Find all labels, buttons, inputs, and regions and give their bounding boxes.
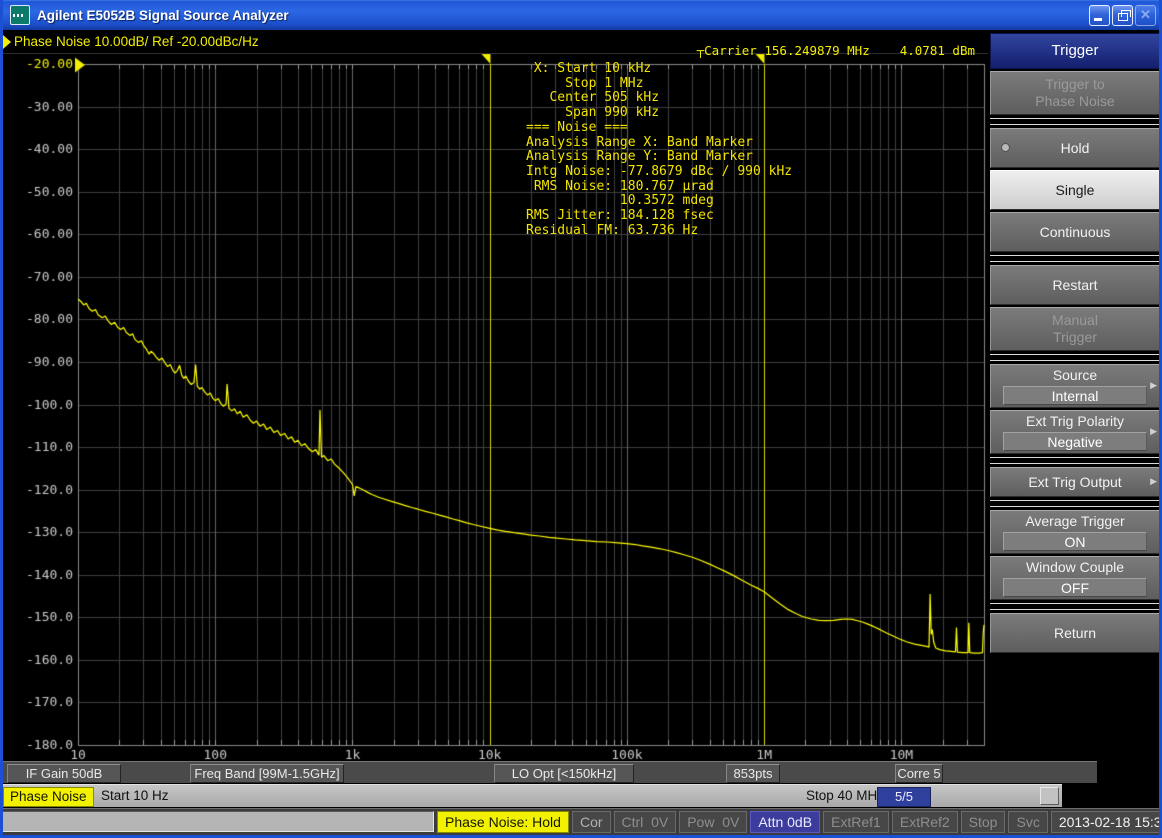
- analysis-settings-bar: IF Gain 50dB Freq Band [99M-1.5GHz] LO Opt…: [0, 761, 1097, 783]
- menu-button-ext-trig-polarity[interactable]: Ext Trig Polarity Negative▶: [990, 410, 1160, 454]
- status-chip-datetime: 2013-02-18 15:36: [1051, 811, 1162, 833]
- sweep-bar: Phase Noise Start 10 Hz Stop 40 MHz 5/5: [0, 784, 1062, 807]
- menu-button-value: ON: [1003, 532, 1147, 551]
- menu-button-source[interactable]: Source Internal▶: [990, 364, 1160, 408]
- status-message-area: [2, 811, 434, 832]
- menu-separator: [990, 457, 1160, 464]
- menu-button-value: Negative: [1003, 432, 1147, 451]
- sweep-start-label: Start 10 Hz: [101, 788, 169, 803]
- menu-button-label: Ext Trig Output: [1028, 474, 1121, 491]
- minimize-icon[interactable]: [1089, 5, 1110, 26]
- menu-button-ext-trig-output[interactable]: Ext Trig Output ▶: [990, 467, 1160, 497]
- menu-button-value: OFF: [1003, 578, 1147, 597]
- menu-button-window-couple[interactable]: Window Couple OFF: [990, 556, 1160, 600]
- menu-button-label: Phase Noise: [1035, 93, 1114, 110]
- status-chip-ctrl-voltage: Ctrl 0V: [614, 811, 677, 833]
- status-chip-cor: Cor: [572, 811, 611, 833]
- menu-button-trigger-to-phase-noise: Trigger toPhase Noise: [990, 71, 1160, 115]
- carrier-frequency: 156.249879 MHz: [764, 43, 869, 58]
- menu-button-label: Window Couple: [1026, 559, 1124, 576]
- menu-button-label: Return: [1054, 625, 1096, 642]
- status-chip-power-voltage: Pow 0V: [679, 811, 747, 833]
- carrier-label: Carrier: [704, 43, 757, 58]
- menu-button-label: Trigger to: [1045, 76, 1104, 93]
- readout-freq-band: Freq Band [99M-1.5GHz]: [190, 764, 344, 783]
- status-chip-stop: Stop: [961, 811, 1006, 833]
- bar-end-spacer: [1040, 787, 1059, 805]
- status-bar: Phase Noise: HoldCorCtrl 0VPow 0VAttn 0d…: [0, 808, 1162, 835]
- status-chip-extref2: ExtRef2: [892, 811, 958, 833]
- carrier-power: 4.0781 dBm: [900, 43, 975, 58]
- readout-points: 853pts: [726, 764, 780, 783]
- tab-phase-noise[interactable]: Phase Noise: [3, 787, 94, 807]
- menu-button-label: Continuous: [1040, 224, 1111, 241]
- menu-button-label: Average Trigger: [1025, 513, 1124, 530]
- menu-button-label: Ext Trig Polarity: [1026, 413, 1124, 430]
- restore-icon[interactable]: [1112, 5, 1133, 26]
- menu-button-label: Trigger: [1053, 329, 1097, 346]
- menu-button-label: Single: [1056, 182, 1095, 199]
- submenu-arrow-icon: ▶: [1150, 426, 1157, 437]
- sidebar-menu: Trigger Trigger toPhase Noise Hold Single C…: [990, 33, 1160, 653]
- menu-button-average-trigger[interactable]: Average Trigger ON: [990, 510, 1160, 554]
- submenu-arrow-icon: ▶: [1150, 380, 1157, 391]
- status-chip-svc: Svc: [1008, 811, 1047, 833]
- menu-button-hold[interactable]: Hold: [990, 128, 1160, 168]
- menu-separator: [990, 118, 1160, 125]
- active-trace-icon: [3, 35, 11, 49]
- menu-button-single[interactable]: Single: [990, 170, 1160, 210]
- carrier-readout: ┬Carrier 156.249879 MHz4.0781 dBm: [697, 43, 975, 58]
- status-chip-attenuator: Attn 0dB: [750, 811, 820, 833]
- status-chip-extref1: ExtRef1: [823, 811, 889, 833]
- readout-if-gain: IF Gain 50dB: [7, 764, 121, 783]
- menu-button-label: Source: [1053, 367, 1097, 384]
- sweep-stop-label: Stop 40 MHz: [806, 788, 884, 803]
- menu-button-restart[interactable]: Restart: [990, 265, 1160, 305]
- menu-button-label: Hold: [1061, 140, 1090, 157]
- title-bar: Agilent E5052B Signal Source Analyzer ✕: [0, 0, 1162, 30]
- waveform-app-icon: [10, 5, 30, 25]
- menu-button-label: Restart: [1052, 277, 1097, 294]
- trace-scale-label[interactable]: Phase Noise 10.00dB/ Ref -20.00dBc/Hz: [14, 34, 259, 49]
- menu-button-return[interactable]: Return: [990, 613, 1160, 653]
- menu-button-label: Manual: [1052, 312, 1098, 329]
- menu-button-value: Internal: [1003, 386, 1147, 405]
- status-chip-measurement-state: Phase Noise: Hold: [437, 811, 569, 833]
- page-indicator: 5/5: [877, 787, 931, 807]
- readout-lo-opt: LO Opt [<150kHz]: [494, 764, 634, 783]
- close-icon[interactable]: ✕: [1135, 5, 1156, 26]
- menu-button-continuous[interactable]: Continuous: [990, 212, 1160, 252]
- menu-button-manual-trigger: ManualTrigger: [990, 307, 1160, 351]
- menu-title: Trigger: [990, 33, 1160, 69]
- menu-separator: [990, 500, 1160, 507]
- noise-analysis-readout: X: Start 10 kHz Stop 1 MHz Center 505 kH…: [526, 62, 792, 238]
- menu-separator: [990, 255, 1160, 262]
- selected-bullet-icon: [1001, 143, 1010, 152]
- submenu-arrow-icon: ▶: [1150, 476, 1157, 487]
- menu-separator: [990, 354, 1160, 361]
- window-title: Agilent E5052B Signal Source Analyzer: [37, 8, 1089, 23]
- readout-correlation: Corre 5: [895, 764, 943, 783]
- status-chips: Phase Noise: HoldCorCtrl 0VPow 0VAttn 0d…: [437, 811, 1159, 833]
- menu-separator: [990, 603, 1160, 610]
